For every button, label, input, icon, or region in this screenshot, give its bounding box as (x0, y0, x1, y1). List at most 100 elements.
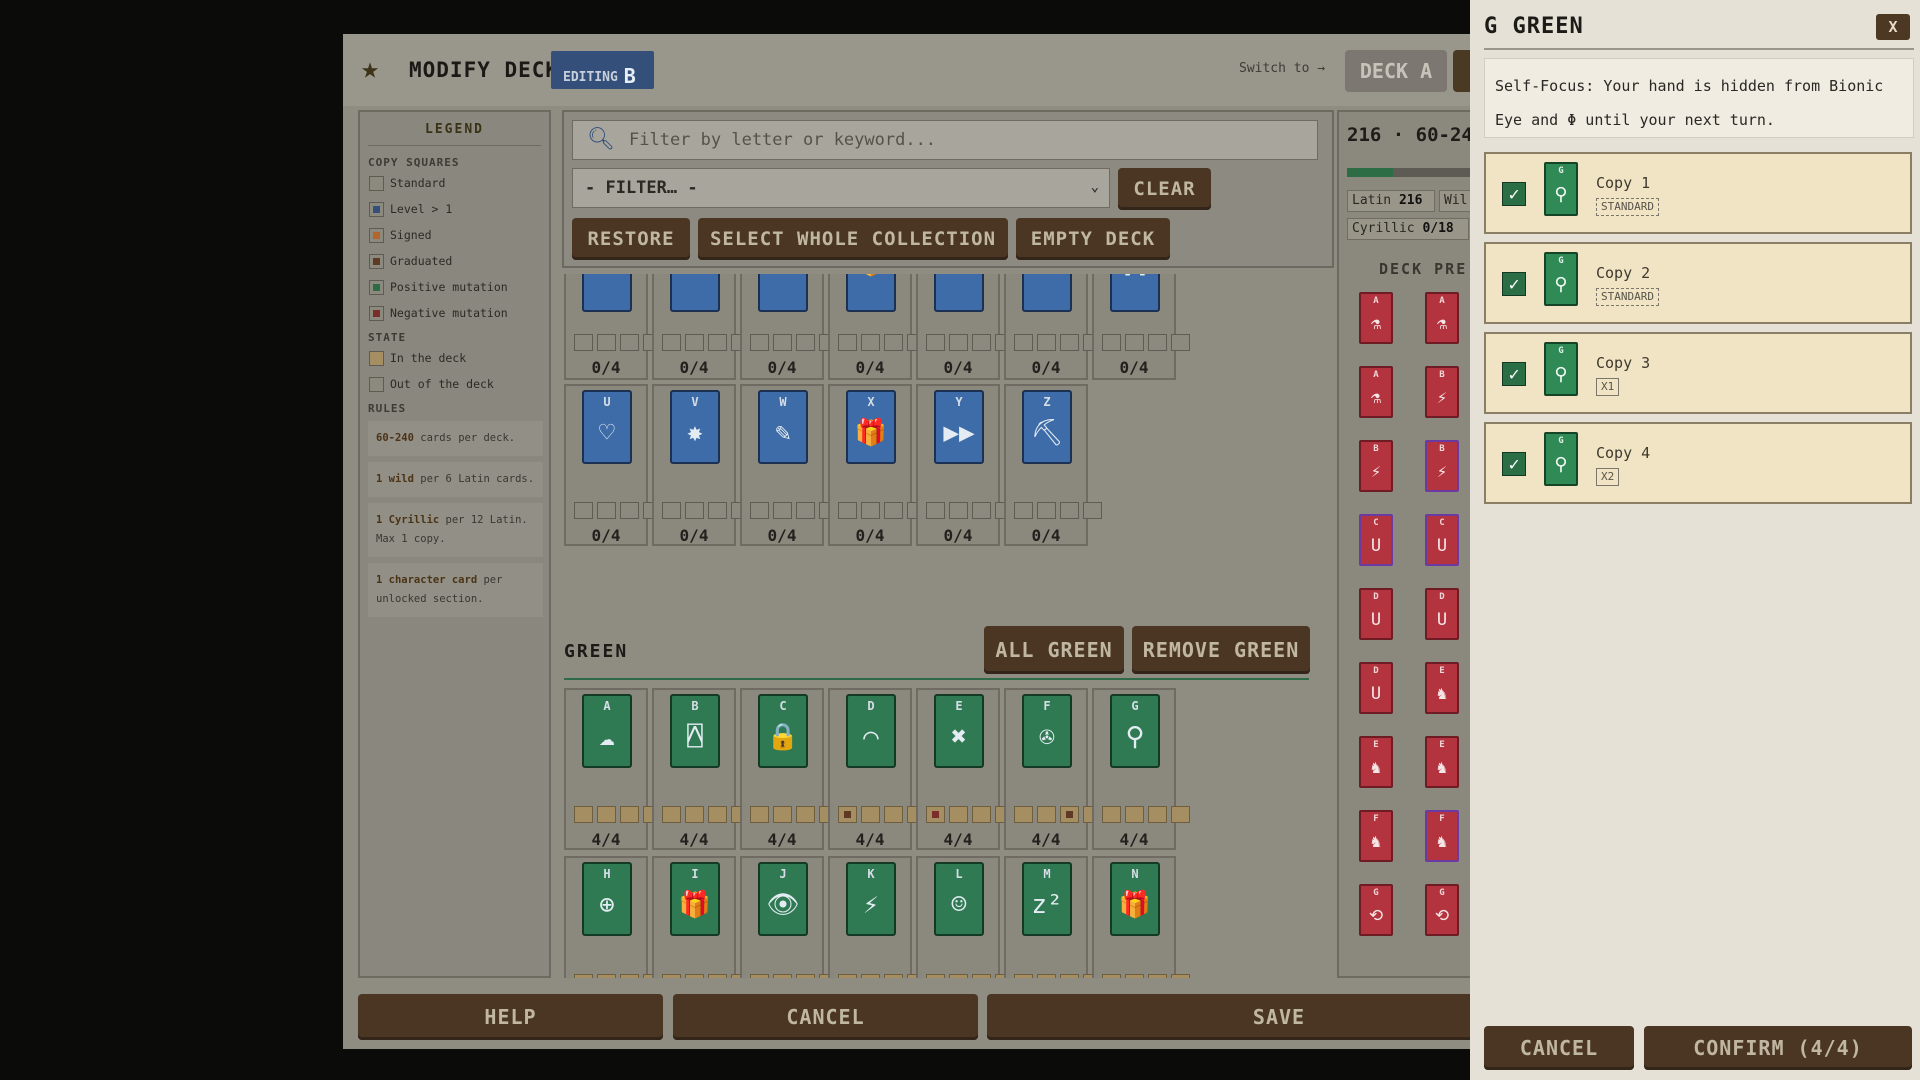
copy-square[interactable] (861, 806, 880, 823)
card-cell[interactable]: A ☁ 4/4 (564, 688, 662, 850)
copy-square[interactable] (708, 334, 727, 351)
card-blue-u[interactable]: U ♡ (582, 390, 632, 464)
copy-square[interactable] (1125, 334, 1144, 351)
copy-square[interactable] (685, 974, 704, 978)
copy-square[interactable] (1037, 974, 1056, 978)
card-cell[interactable]: ⍓ 0/4 (652, 274, 750, 380)
copy-square[interactable] (949, 974, 968, 978)
copy-checkbox[interactable]: ✓ (1502, 182, 1526, 206)
deck-preview-card[interactable]: B ⚡ (1425, 440, 1459, 492)
copy-square[interactable] (620, 334, 639, 351)
copy-square[interactable] (662, 502, 681, 519)
copy-row[interactable]: ✓ G ⚲ Copy 4 X2 (1484, 422, 1912, 504)
card-green-i[interactable]: I 🎁 (670, 862, 720, 936)
copy-square[interactable] (884, 334, 903, 351)
copy-square[interactable] (597, 502, 616, 519)
copy-square[interactable] (838, 502, 857, 519)
copy-square[interactable] (662, 974, 681, 978)
copy-square[interactable] (1125, 974, 1144, 978)
card-green-d[interactable]: D ⌒ (846, 694, 896, 768)
card-blue-item[interactable]: ⚑ (934, 274, 984, 312)
all-green-button[interactable]: ALL GREEN (984, 626, 1124, 674)
copy-square[interactable] (1125, 806, 1144, 823)
card-cell[interactable]: U ♡ 0/4 (564, 384, 662, 546)
deck-preview-card[interactable]: A ⚗ (1359, 366, 1393, 418)
deck-preview-card[interactable]: B ⚡ (1359, 440, 1393, 492)
copy-square[interactable] (574, 334, 593, 351)
copy-square[interactable] (1060, 974, 1079, 978)
deck-preview-card[interactable]: E ♞ (1359, 736, 1393, 788)
copy-square[interactable] (773, 974, 792, 978)
card-blue-v[interactable]: V ✸ (670, 390, 720, 464)
card-cell[interactable]: I🎁4/4 (652, 856, 750, 978)
copy-square[interactable] (972, 806, 991, 823)
copy-square[interactable] (1014, 974, 1033, 978)
card-cell[interactable]: 🎁 0/4 (828, 274, 926, 380)
copy-square[interactable] (662, 334, 681, 351)
copy-square[interactable] (1148, 806, 1167, 823)
copy-square[interactable] (685, 806, 704, 823)
cancel-button[interactable]: CANCEL (673, 994, 978, 1040)
empty-deck-button[interactable]: EMPTY DECK (1016, 218, 1170, 260)
copy-square[interactable] (861, 502, 880, 519)
copy-square[interactable] (1037, 502, 1056, 519)
card-cell[interactable]: Mz²4/4 (1004, 856, 1102, 978)
deck-preview-card[interactable]: DU (1425, 588, 1459, 640)
card-green-c[interactable]: C 🔒 (758, 694, 808, 768)
deck-preview-card[interactable]: DU (1359, 588, 1393, 640)
deck-preview-card[interactable]: G ⟲ (1359, 884, 1393, 936)
copy-square[interactable] (1060, 502, 1079, 519)
copy-square[interactable] (574, 974, 593, 978)
copy-square[interactable] (773, 502, 792, 519)
card-cell[interactable]: K⚡4/4 (828, 856, 926, 978)
copy-square[interactable] (838, 334, 857, 351)
card-blue-w[interactable]: W ✎ (758, 390, 808, 464)
copy-row[interactable]: ✓ G ⚲ Copy 3 X1 (1484, 332, 1912, 414)
card-green-n[interactable]: N 🎁 (1110, 862, 1160, 936)
card-cell[interactable]: H⊕4/4 (564, 856, 662, 978)
copy-square[interactable] (838, 806, 857, 823)
copy-square[interactable] (574, 806, 593, 823)
copy-square[interactable] (972, 334, 991, 351)
card-blue-x[interactable]: X 🎁 (846, 390, 896, 464)
copy-square[interactable] (926, 502, 945, 519)
copy-square[interactable] (884, 502, 903, 519)
card-green-l[interactable]: L ☺ (934, 862, 984, 936)
copy-square[interactable] (1171, 974, 1190, 978)
copy-checkbox[interactable]: ✓ (1502, 272, 1526, 296)
copy-square[interactable] (597, 334, 616, 351)
card-cell[interactable]: ⛩ 0/4 (1092, 274, 1190, 380)
copy-checkbox[interactable]: ✓ (1502, 452, 1526, 476)
copy-square[interactable] (1171, 334, 1190, 351)
deck-preview-card[interactable]: G ⟲ (1425, 884, 1459, 936)
card-blue-item[interactable]: ⛩ (1110, 274, 1160, 312)
copy-square[interactable] (1014, 502, 1033, 519)
deck-preview-card[interactable]: E ♞ (1425, 662, 1459, 714)
card-blue-item[interactable]: z² (582, 274, 632, 312)
deck-preview-card[interactable]: A ⚗ (1425, 292, 1459, 344)
card-green-f[interactable]: F ✇ (1022, 694, 1072, 768)
card-green-e[interactable]: E ✖ (934, 694, 984, 768)
deck-a-button[interactable]: DECK A (1345, 50, 1447, 92)
card-cell[interactable]: C 🔒 4/4 (740, 688, 838, 850)
card-cell[interactable]: F ✇ 4/4 (1004, 688, 1102, 850)
card-blue-item[interactable]: ⍓ (670, 274, 720, 312)
deck-preview-card[interactable]: F ♞ (1425, 810, 1459, 862)
card-cell[interactable]: ◀◀ 0/4 (740, 274, 838, 380)
copy-square[interactable] (972, 974, 991, 978)
copy-square[interactable] (861, 974, 880, 978)
copy-square[interactable] (1083, 502, 1102, 519)
copy-square[interactable] (861, 334, 880, 351)
copy-square[interactable] (708, 974, 727, 978)
card-green-m[interactable]: Mz² (1022, 862, 1072, 936)
filter-select[interactable]: - FILTER… - ⌄ (572, 168, 1110, 208)
copy-square[interactable] (949, 502, 968, 519)
copy-square[interactable] (1102, 974, 1121, 978)
copy-square[interactable] (949, 334, 968, 351)
card-green-h[interactable]: H ⊕ (582, 862, 632, 936)
copy-square[interactable] (574, 502, 593, 519)
copy-square[interactable] (796, 974, 815, 978)
confirm-button[interactable]: CONFIRM (4/4) (1644, 1026, 1912, 1070)
copy-square[interactable] (1037, 806, 1056, 823)
copy-square[interactable] (662, 806, 681, 823)
